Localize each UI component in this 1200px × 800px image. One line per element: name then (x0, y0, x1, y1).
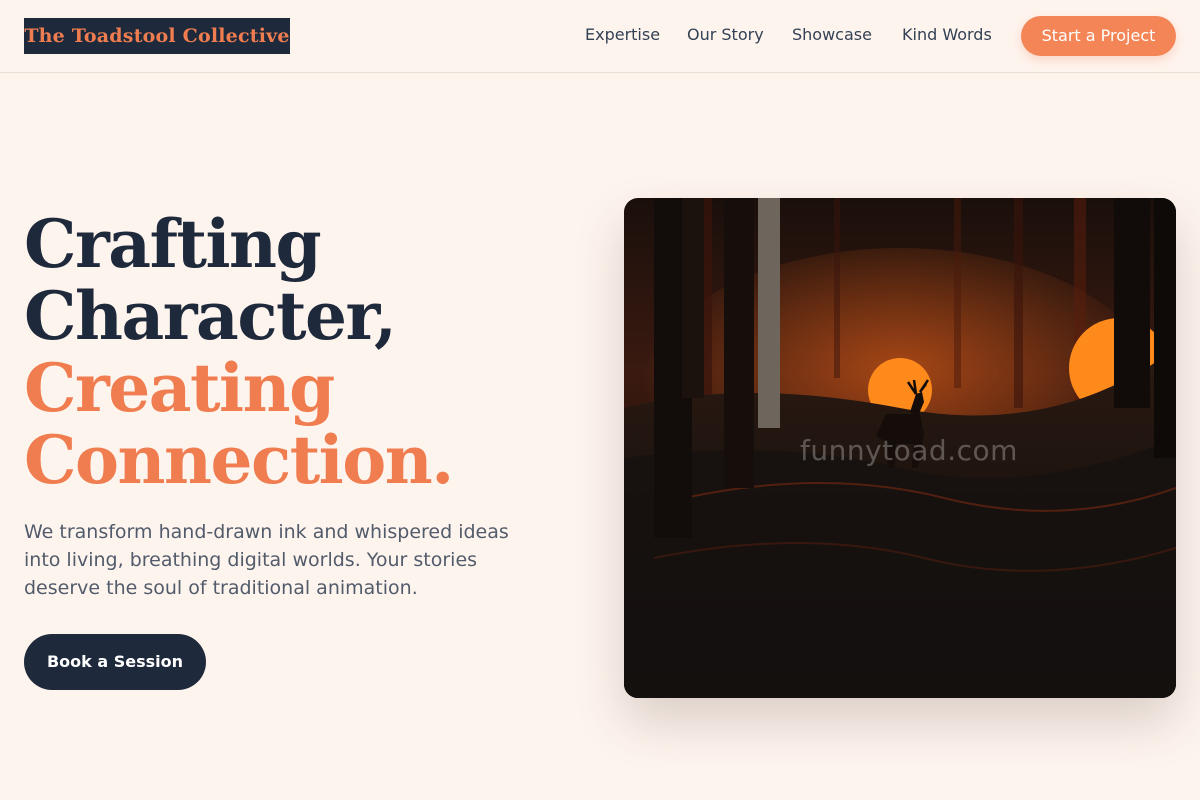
book-session-button[interactable]: Book a Session (24, 634, 206, 690)
site-header: The Toadstool Collective Expertise Our S… (0, 0, 1200, 73)
headline-accent-line: Connection. (24, 421, 454, 499)
logo[interactable]: The Toadstool Collective (24, 18, 290, 54)
nav-link-expertise[interactable]: Expertise (585, 25, 660, 44)
hero-image: funnytoad.com (624, 198, 1176, 698)
nav-link-our-story[interactable]: Our Story (687, 25, 764, 44)
hero-subtext: We transform hand-drawn ink and whispere… (24, 521, 509, 599)
headline-accent-line: Creating (24, 349, 335, 427)
headline-line: Crafting (24, 205, 322, 283)
start-project-button[interactable]: Start a Project (1021, 16, 1176, 56)
hero-headline: Crafting Character, Creating Connection. (24, 205, 454, 499)
nav-link-kind-words[interactable]: Kind Words (902, 25, 992, 44)
nav-link-showcase[interactable]: Showcase (792, 25, 872, 44)
image-watermark: funnytoad.com (800, 434, 1018, 467)
headline-line: Character, (24, 277, 397, 355)
